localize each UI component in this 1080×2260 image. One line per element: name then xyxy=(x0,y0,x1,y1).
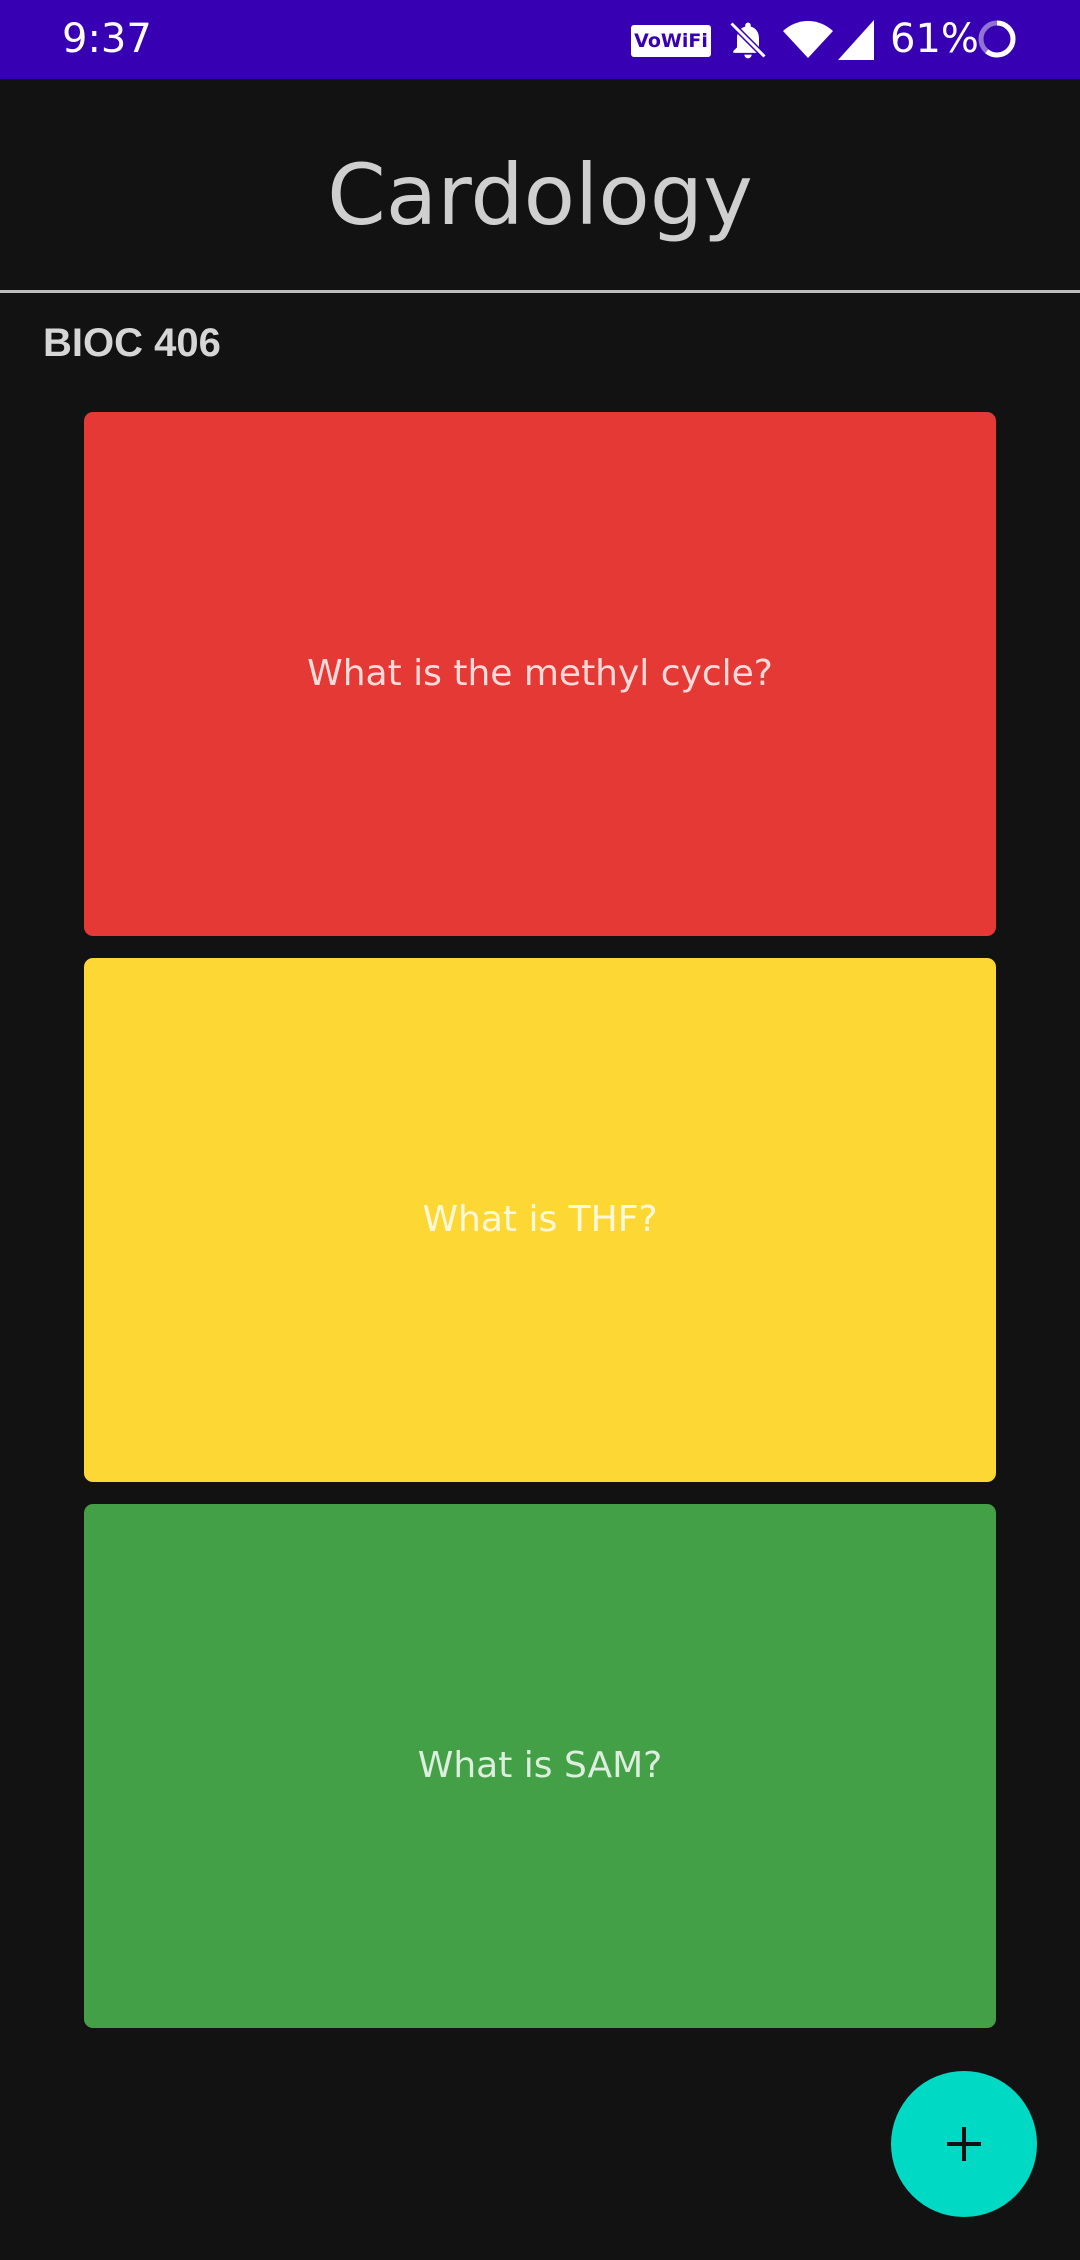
card-question: What is SAM? xyxy=(417,1745,663,1786)
deck-name: BIOC 406 xyxy=(43,321,221,365)
vowifi-badge: VoWiFi xyxy=(631,25,711,57)
bell-off-icon xyxy=(729,21,767,59)
flashcard[interactable]: What is the methyl cycle? xyxy=(84,412,996,936)
add-card-button[interactable] xyxy=(891,2071,1037,2217)
wifi-icon xyxy=(783,21,833,58)
flashcard[interactable]: What is SAM? xyxy=(84,1504,996,2028)
cell-signal-icon xyxy=(838,20,874,60)
status-bar: 9:37 VoWiFi 61% xyxy=(0,0,1080,79)
battery-percent: 61% xyxy=(890,16,979,62)
card-question: What is the methyl cycle? xyxy=(307,653,773,694)
flashcard[interactable]: What is THF? xyxy=(84,958,996,1482)
app-bar-divider xyxy=(0,290,1080,293)
plus-icon xyxy=(947,2127,981,2161)
app-title: Cardology xyxy=(327,146,753,244)
card-question: What is THF? xyxy=(422,1199,658,1240)
vowifi-label: VoWiFi xyxy=(634,30,708,52)
battery-ring-icon xyxy=(978,20,1016,58)
app-screen: 9:37 VoWiFi 61% Cardology BIOC 406 What … xyxy=(0,0,1080,2260)
status-time: 9:37 xyxy=(62,16,152,62)
